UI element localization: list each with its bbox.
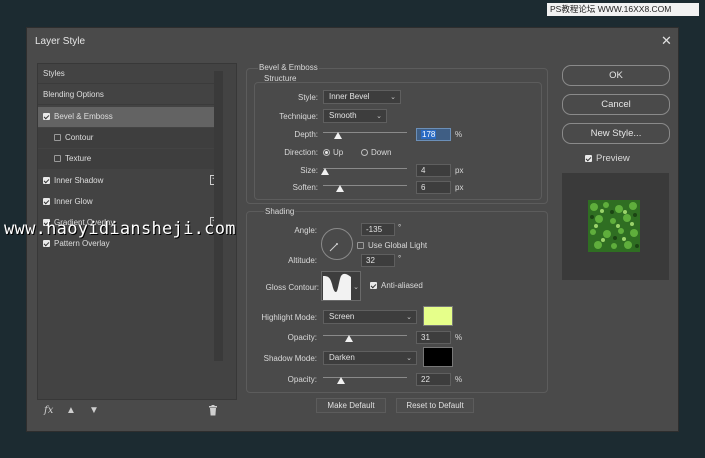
size-unit: px: [455, 166, 464, 175]
depth-slider-thumb[interactable]: [333, 132, 342, 139]
style-dropdown[interactable]: Inner Bevel ⌄: [323, 90, 401, 104]
direction-label: Direction:: [284, 148, 318, 157]
inner-glow-checkbox[interactable]: [43, 198, 50, 205]
size-slider-thumb[interactable]: [320, 168, 329, 175]
contour-checkbox[interactable]: [54, 134, 61, 141]
chevron-down-icon: ⌄: [376, 113, 382, 120]
angle-label: Angle:: [294, 226, 317, 235]
shadow-mode-dropdown[interactable]: Darken ⌄: [323, 351, 417, 365]
soften-input[interactable]: 6: [416, 181, 451, 194]
depth-label: Depth:: [294, 130, 318, 139]
chevron-down-icon: ⌄: [406, 314, 412, 321]
technique-dropdown[interactable]: Smooth ⌄: [323, 109, 387, 123]
gloss-contour-label: Gloss Contour:: [265, 283, 319, 292]
bevel-emboss-title: Bevel & Emboss: [258, 63, 319, 72]
direction-up-radio[interactable]: Up: [323, 148, 343, 157]
checkbox-checked-icon: [585, 155, 592, 162]
angle-input[interactable]: -135: [361, 223, 395, 236]
styles-list-item-bevel-emboss[interactable]: Bevel & Emboss: [38, 107, 223, 127]
chevron-down-icon: ⌄: [406, 355, 412, 362]
new-style-button[interactable]: New Style...: [562, 123, 670, 144]
highlight-opacity-unit: %: [455, 333, 463, 342]
radio-icon: [361, 149, 368, 156]
styles-list-scrollbar[interactable]: [214, 71, 223, 361]
dialog-title: Layer Style: [35, 36, 86, 47]
altitude-unit: °: [398, 254, 402, 263]
shading-title: Shading: [264, 207, 296, 216]
styles-list-item-blending-options[interactable]: Blending Options: [38, 85, 223, 105]
inner-shadow-checkbox[interactable]: [43, 177, 50, 184]
preview-area: [562, 173, 669, 280]
altitude-label: Altitude:: [288, 256, 317, 265]
preview-checkbox[interactable]: Preview: [585, 153, 630, 164]
highlight-mode-label: Highlight Mode:: [261, 313, 317, 322]
radio-selected-icon: [323, 149, 330, 156]
shadow-mode-label: Shadow Mode:: [263, 354, 317, 363]
shadow-color-swatch[interactable]: [423, 347, 453, 367]
altitude-input[interactable]: 32: [361, 254, 395, 267]
highlight-opacity-slider-track[interactable]: [323, 335, 407, 336]
checkbox-checked-icon: [370, 282, 377, 289]
angle-dial[interactable]: [321, 228, 353, 260]
cancel-button[interactable]: Cancel: [562, 94, 670, 115]
make-default-button[interactable]: Make Default: [316, 398, 386, 413]
shading-group: [246, 211, 548, 393]
technique-label: Technique:: [279, 112, 318, 121]
fx-icon[interactable]: fx: [44, 405, 53, 416]
angle-unit: °: [398, 223, 402, 232]
chevron-down-icon: ⌄: [353, 284, 359, 291]
depth-input[interactable]: 178: [416, 128, 451, 141]
styles-list-item-inner-shadow[interactable]: Inner Shadow +: [38, 171, 223, 191]
styles-list-item-styles[interactable]: Styles: [38, 64, 223, 84]
ok-button[interactable]: OK: [562, 65, 670, 86]
depth-unit: %: [455, 130, 463, 139]
anti-aliased-checkbox[interactable]: Anti-aliased: [370, 281, 423, 290]
bevel-emboss-checkbox[interactable]: [43, 113, 50, 120]
styles-list-item-texture[interactable]: Texture: [38, 149, 223, 169]
highlight-opacity-slider-thumb[interactable]: [345, 335, 354, 342]
watermark-banner: PS教程论坛 WWW.16XX8.COM: [547, 3, 699, 16]
close-icon[interactable]: ✕: [661, 34, 672, 47]
size-label: Size:: [300, 166, 318, 175]
preview-thumbnail: [588, 200, 640, 252]
arrow-down-icon[interactable]: ▼: [89, 405, 99, 416]
checkbox-icon: [357, 242, 364, 249]
style-label: Style:: [297, 93, 318, 102]
size-slider-track[interactable]: [323, 168, 407, 169]
highlight-opacity-label: Opacity:: [287, 333, 317, 342]
highlight-mode-dropdown[interactable]: Screen ⌄: [323, 310, 417, 324]
styles-list-item-contour[interactable]: Contour: [38, 128, 223, 148]
shadow-opacity-input[interactable]: 22: [416, 373, 451, 386]
highlight-opacity-input[interactable]: 31: [416, 331, 451, 344]
gloss-contour-curve-icon: [323, 273, 351, 300]
shadow-opacity-slider-track[interactable]: [323, 377, 407, 378]
use-global-light-checkbox[interactable]: Use Global Light: [357, 241, 427, 250]
shadow-opacity-label: Opacity:: [287, 375, 317, 384]
texture-checkbox[interactable]: [54, 155, 61, 162]
shadow-opacity-unit: %: [455, 375, 463, 384]
trash-icon[interactable]: [208, 405, 218, 419]
highlight-color-swatch[interactable]: [423, 306, 453, 326]
pattern-overlay-checkbox[interactable]: [43, 240, 50, 247]
soften-slider-thumb[interactable]: [335, 185, 344, 192]
direction-down-radio[interactable]: Down: [361, 148, 391, 157]
reset-to-default-button[interactable]: Reset to Default: [396, 398, 474, 413]
soften-unit: px: [455, 183, 464, 192]
size-input[interactable]: 4: [416, 164, 451, 177]
watermark-text: www.haoyidiansheji.com: [4, 219, 236, 239]
shadow-opacity-slider-thumb[interactable]: [337, 377, 346, 384]
arrow-up-icon[interactable]: ▲: [66, 405, 76, 416]
chevron-down-icon: ⌄: [390, 94, 396, 101]
styles-list-item-inner-glow[interactable]: Inner Glow: [38, 192, 223, 212]
soften-label: Soften:: [292, 183, 318, 192]
gloss-contour-picker[interactable]: ⌄: [321, 271, 361, 301]
